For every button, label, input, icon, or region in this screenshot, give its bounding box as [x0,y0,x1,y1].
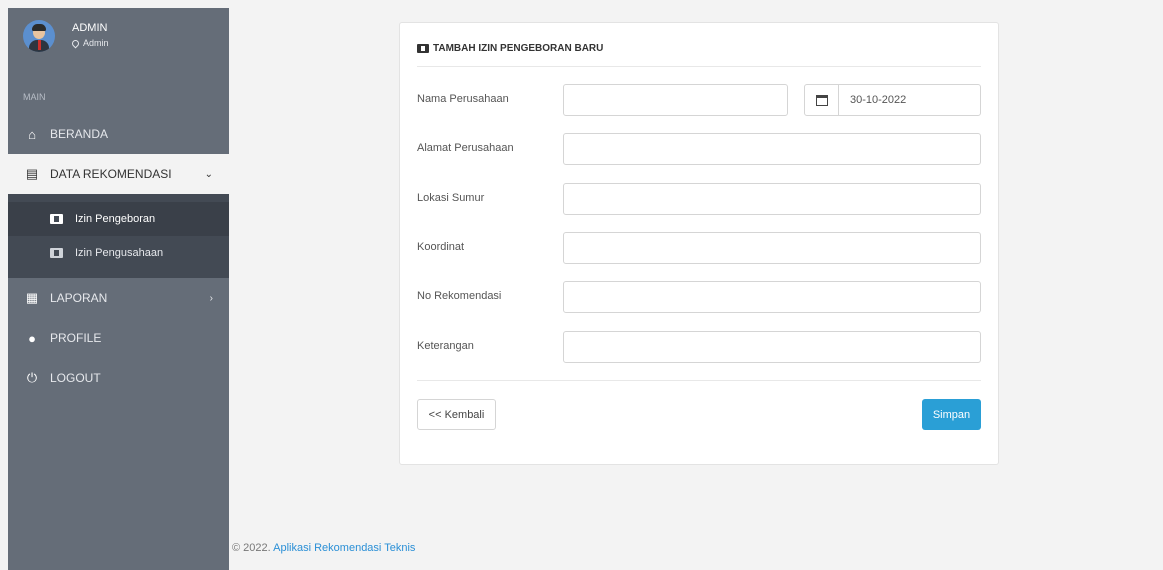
submenu: Izin Pengeboran Izin Pengusahaan [8,194,229,278]
field-row-alamat-perusahaan: Alamat Perusahaan [417,133,981,165]
sidebar-item-data-rekomendasi[interactable]: ▤ DATA REKOMENDASI ⌄ [8,154,229,194]
form-title: TAMBAH IZIN PENGEBORAN BARU [417,43,981,67]
keterangan-input[interactable] [563,331,981,363]
profile-name: ADMIN [72,22,108,34]
submenu-item-label: Izin Pengusahaan [75,247,164,259]
sidebar-item-profile[interactable]: ● PROFILE [8,318,229,358]
date-field[interactable]: 30-10-2022 [804,84,981,116]
field-label: Alamat Perusahaan [417,142,514,154]
field-label: Lokasi Sumur [417,192,485,204]
sidebar-item-label: LOGOUT [50,371,101,385]
folder-download-icon [50,214,63,224]
home-icon: ⌂ [28,126,36,142]
profile-role-label: Admin [83,38,109,48]
field-row-nama-perusahaan: Nama Perusahaan 30-10-2022 [417,84,981,116]
field-row-koordinat: Koordinat [417,232,981,264]
sidebar-item-laporan[interactable]: ▦ LAPORAN › [8,278,229,318]
sidebar-item-label: DATA REKOMENDASI [50,167,172,181]
user-profile: ADMIN Admin [8,8,229,80]
footer-app-link[interactable]: Aplikasi Rekomendasi Teknis [273,542,415,554]
sidebar-item-logout[interactable]: ⏻ LOGOUT [8,358,229,398]
field-label: No Rekomendasi [417,290,502,302]
report-icon: ▦ [25,290,39,305]
save-button[interactable]: Simpan [922,399,981,430]
alamat-perusahaan-input[interactable] [563,133,981,165]
folder-upload-icon [50,248,63,258]
calendar-icon[interactable] [805,85,839,115]
sidebar: ADMIN Admin MAIN ⌂ BERANDA ▤ DATA REKOME… [8,8,229,570]
document-icon: ▤ [25,166,39,181]
field-row-keterangan: Keterangan [417,331,981,363]
back-button[interactable]: << Kembali [417,399,496,430]
footer-copyright: © 2022. [232,542,271,554]
section-label-main: MAIN [23,92,46,102]
submenu-item-izin-pengusahaan[interactable]: Izin Pengusahaan [8,236,229,270]
koordinat-input[interactable] [563,232,981,264]
folder-download-icon [417,44,429,53]
form-divider [417,380,981,381]
sidebar-nav: ⌂ BERANDA ▤ DATA REKOMENDASI ⌄ Izin Peng… [8,114,229,398]
chevron-down-icon: ⌄ [204,168,213,180]
sidebar-item-label: LAPORAN [50,291,108,305]
submenu-item-izin-pengeboran[interactable]: Izin Pengeboran [8,202,229,236]
sidebar-item-label: PROFILE [50,331,102,345]
nama-perusahaan-input[interactable] [563,84,788,116]
lokasi-sumur-input[interactable] [563,183,981,215]
profile-role: Admin [70,38,109,48]
form-title-text: TAMBAH IZIN PENGEBORAN BARU [433,43,604,54]
no-rekomendasi-input[interactable] [563,281,981,313]
sidebar-item-label: BERANDA [50,127,109,141]
power-icon: ⏻ [26,370,38,385]
form-card: TAMBAH IZIN PENGEBORAN BARU Nama Perusah… [399,22,999,465]
sidebar-item-beranda[interactable]: ⌂ BERANDA [8,114,229,154]
field-row-no-rekomendasi: No Rekomendasi [417,281,981,313]
footer: © 2022. Aplikasi Rekomendasi Teknis [232,542,415,554]
field-row-lokasi-sumur: Lokasi Sumur [417,183,981,215]
location-pin-icon [70,38,81,48]
field-label: Nama Perusahaan [417,93,509,105]
user-icon: ● [28,330,36,346]
submenu-item-label: Izin Pengeboran [75,213,156,225]
date-value[interactable]: 30-10-2022 [839,85,906,115]
avatar [23,20,55,52]
chevron-right-icon: › [209,292,213,304]
field-label: Keterangan [417,340,474,352]
field-label: Koordinat [417,241,465,253]
